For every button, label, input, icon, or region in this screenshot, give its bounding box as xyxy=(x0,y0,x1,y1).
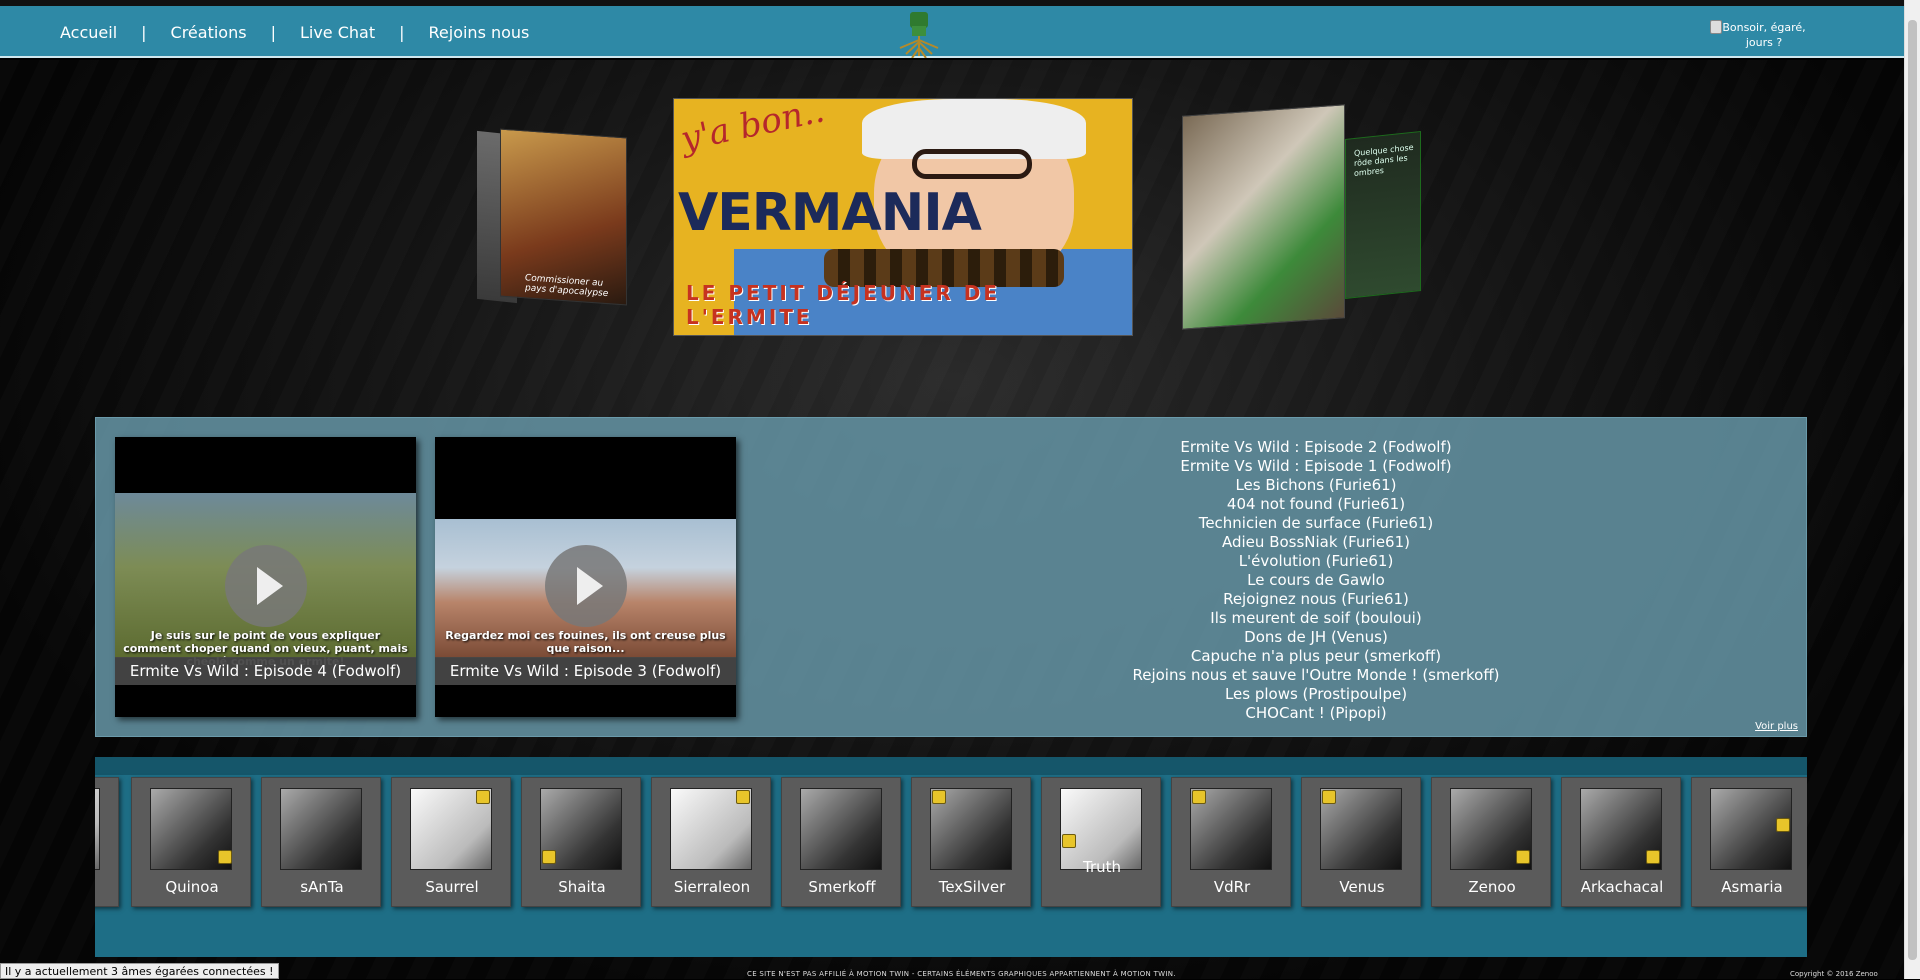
member-avatar xyxy=(95,788,100,870)
member-card[interactable]: Quinoa xyxy=(131,777,251,907)
member-name: TexSilver xyxy=(938,878,1006,896)
video-list-item[interactable]: Capuche n'a plus peur (smerkoff) xyxy=(966,647,1666,666)
page-scrollbar[interactable] xyxy=(1904,0,1920,979)
member-card[interactable]: Venus xyxy=(1301,777,1421,907)
video-card[interactable]: Regardez moi ces fouines, ils ont creuse… xyxy=(435,437,736,717)
nav-rejoins-nous[interactable]: Rejoins nous xyxy=(429,23,530,42)
video-list-item[interactable]: Dons de JH (Venus) xyxy=(966,628,1666,647)
members-strip: e Quinoa sAnTa Saurrel Shaita Sierraleon… xyxy=(95,757,1807,957)
video-list: Ermite Vs Wild : Episode 2 (Fodwolf) Erm… xyxy=(966,438,1666,723)
greeting-line1: Bonsoir, égaré, xyxy=(1722,21,1806,34)
member-name: Smerkoff xyxy=(808,878,876,896)
member-card[interactable]: Truth xyxy=(1041,777,1161,907)
member-card[interactable]: Arkachacal xyxy=(1561,777,1681,907)
member-name: VdRr xyxy=(1213,878,1251,896)
video-list-item[interactable]: Les plows (Prostipoulpe) xyxy=(966,685,1666,704)
member-card[interactable]: Shaita xyxy=(521,777,641,907)
nav-links: Accueil | Créations | Live Chat | Rejoin… xyxy=(60,6,529,58)
member-card[interactable]: sAnTa xyxy=(261,777,381,907)
nav-separator: | xyxy=(141,22,147,42)
footer-disclaimer: CE SITE N'EST PAS AFFILIÉ À MOTION TWIN … xyxy=(747,970,1176,978)
member-card[interactable]: e xyxy=(95,777,119,907)
member-card[interactable]: Smerkoff xyxy=(781,777,901,907)
member-name: Shaita xyxy=(558,878,606,896)
nav-creations[interactable]: Créations xyxy=(171,23,247,42)
nav-separator: | xyxy=(399,22,405,42)
greeting-line2: jours ? xyxy=(1745,36,1783,49)
carousel-slide-left[interactable]: Commissioner au pays d'apocalypse xyxy=(500,128,627,306)
footer-copyright: Copyright © 2016 Zenoo xyxy=(1790,970,1878,978)
video-card[interactable]: Je suis sur le point de vous expliquer c… xyxy=(115,437,416,717)
member-name: Saurrel xyxy=(425,878,479,896)
slide-subtitle: LE PETIT DÉJEUNER DE L'ERMITE xyxy=(686,281,1001,329)
video-list-item[interactable]: Ermite Vs Wild : Episode 2 (Fodwolf) xyxy=(966,438,1666,457)
member-card[interactable]: VdRr xyxy=(1171,777,1291,907)
video-title[interactable]: Ermite Vs Wild : Episode 4 (Fodwolf) xyxy=(115,657,416,685)
video-list-item[interactable]: Ils meurent de soif (bouloui) xyxy=(966,609,1666,628)
member-name: Truth xyxy=(1082,858,1122,876)
carousel-main-slide[interactable]: y'a bon.. VERMANIA LE PETIT DÉJEUNER DE … xyxy=(673,98,1133,336)
member-name: Quinoa xyxy=(165,878,219,896)
member-name: Asmaria xyxy=(1721,878,1783,896)
video-title[interactable]: Ermite Vs Wild : Episode 3 (Fodwolf) xyxy=(435,657,736,685)
play-icon[interactable] xyxy=(225,545,307,627)
video-list-item[interactable]: Ermite Vs Wild : Episode 1 (Fodwolf) xyxy=(966,457,1666,476)
user-icon xyxy=(1710,20,1722,34)
slide-right-text: Quelque chose rôde dans les ombres xyxy=(1354,142,1414,179)
badge-icon xyxy=(218,850,232,864)
video-list-item[interactable]: Le cours de Gawlo xyxy=(966,571,1666,590)
scrollbar-thumb[interactable] xyxy=(1908,20,1917,960)
nav-separator: | xyxy=(270,22,276,42)
badge-icon xyxy=(476,790,490,804)
video-list-item[interactable]: Rejoins nous et sauve l'Outre Monde ! (s… xyxy=(966,666,1666,685)
member-name: Arkachacal xyxy=(1580,878,1664,896)
nav-live-chat[interactable]: Live Chat xyxy=(300,23,375,42)
member-name: Sierraleon xyxy=(673,878,751,896)
video-caption: Regardez moi ces fouines, ils ont creuse… xyxy=(445,629,726,655)
top-navbar: Accueil | Créations | Live Chat | Rejoin… xyxy=(0,6,1904,58)
badge-icon xyxy=(1062,834,1076,848)
badge-icon xyxy=(1516,850,1530,864)
member-name: Zenoo xyxy=(1468,878,1516,896)
member-avatar xyxy=(280,788,362,870)
video-list-item[interactable]: Rejoignez nous (Furie61) xyxy=(966,590,1666,609)
badge-icon xyxy=(736,790,750,804)
member-avatar xyxy=(800,788,882,870)
carousel-slide-right[interactable] xyxy=(1182,104,1345,330)
member-name: e xyxy=(95,878,120,896)
status-bar: Il y a actuellement 3 âmes égarées conne… xyxy=(0,963,279,979)
slide-glasses xyxy=(912,149,1032,179)
carousel-slide-far-right[interactable]: Quelque chose rôde dans les ombres xyxy=(1345,131,1421,299)
member-name: sAnTa xyxy=(300,878,344,896)
members-band xyxy=(95,757,1807,775)
slide-title: VERMANIA xyxy=(678,183,982,243)
member-card[interactable]: Asmaria xyxy=(1691,777,1807,907)
video-list-item[interactable]: L'évolution (Furie61) xyxy=(966,552,1666,571)
member-card[interactable]: Saurrel xyxy=(391,777,511,907)
member-name: Venus xyxy=(1339,878,1385,896)
voir-plus-link[interactable]: Voir plus xyxy=(1755,721,1798,732)
badge-icon xyxy=(1322,790,1336,804)
badge-icon xyxy=(1776,818,1790,832)
video-list-item[interactable]: CHOCant ! (Pipopi) xyxy=(966,704,1666,723)
badge-icon xyxy=(932,790,946,804)
video-list-item[interactable]: 404 not found (Furie61) xyxy=(966,495,1666,514)
video-list-item[interactable]: Adieu BossNiak (Furie61) xyxy=(966,533,1666,552)
user-greeting[interactable]: Bonsoir, égaré, jours ? xyxy=(1710,20,1814,50)
badge-icon xyxy=(542,850,556,864)
member-card[interactable]: Sierraleon xyxy=(651,777,771,907)
slide-left-caption: Commissioner au pays d'apocalypse xyxy=(525,273,609,300)
video-list-item[interactable]: Technicien de surface (Furie61) xyxy=(966,514,1666,533)
member-card[interactable]: Zenoo xyxy=(1431,777,1551,907)
play-icon[interactable] xyxy=(545,545,627,627)
member-card[interactable]: TexSilver xyxy=(911,777,1031,907)
badge-icon xyxy=(1192,790,1206,804)
nav-accueil[interactable]: Accueil xyxy=(60,23,117,42)
badge-icon xyxy=(1646,850,1660,864)
video-list-item[interactable]: Les Bichons (Furie61) xyxy=(966,476,1666,495)
slide-tagline: y'a bon.. xyxy=(677,98,828,160)
videos-panel: Je suis sur le point de vous expliquer c… xyxy=(95,417,1807,737)
fist-roots-logo[interactable] xyxy=(896,10,942,58)
